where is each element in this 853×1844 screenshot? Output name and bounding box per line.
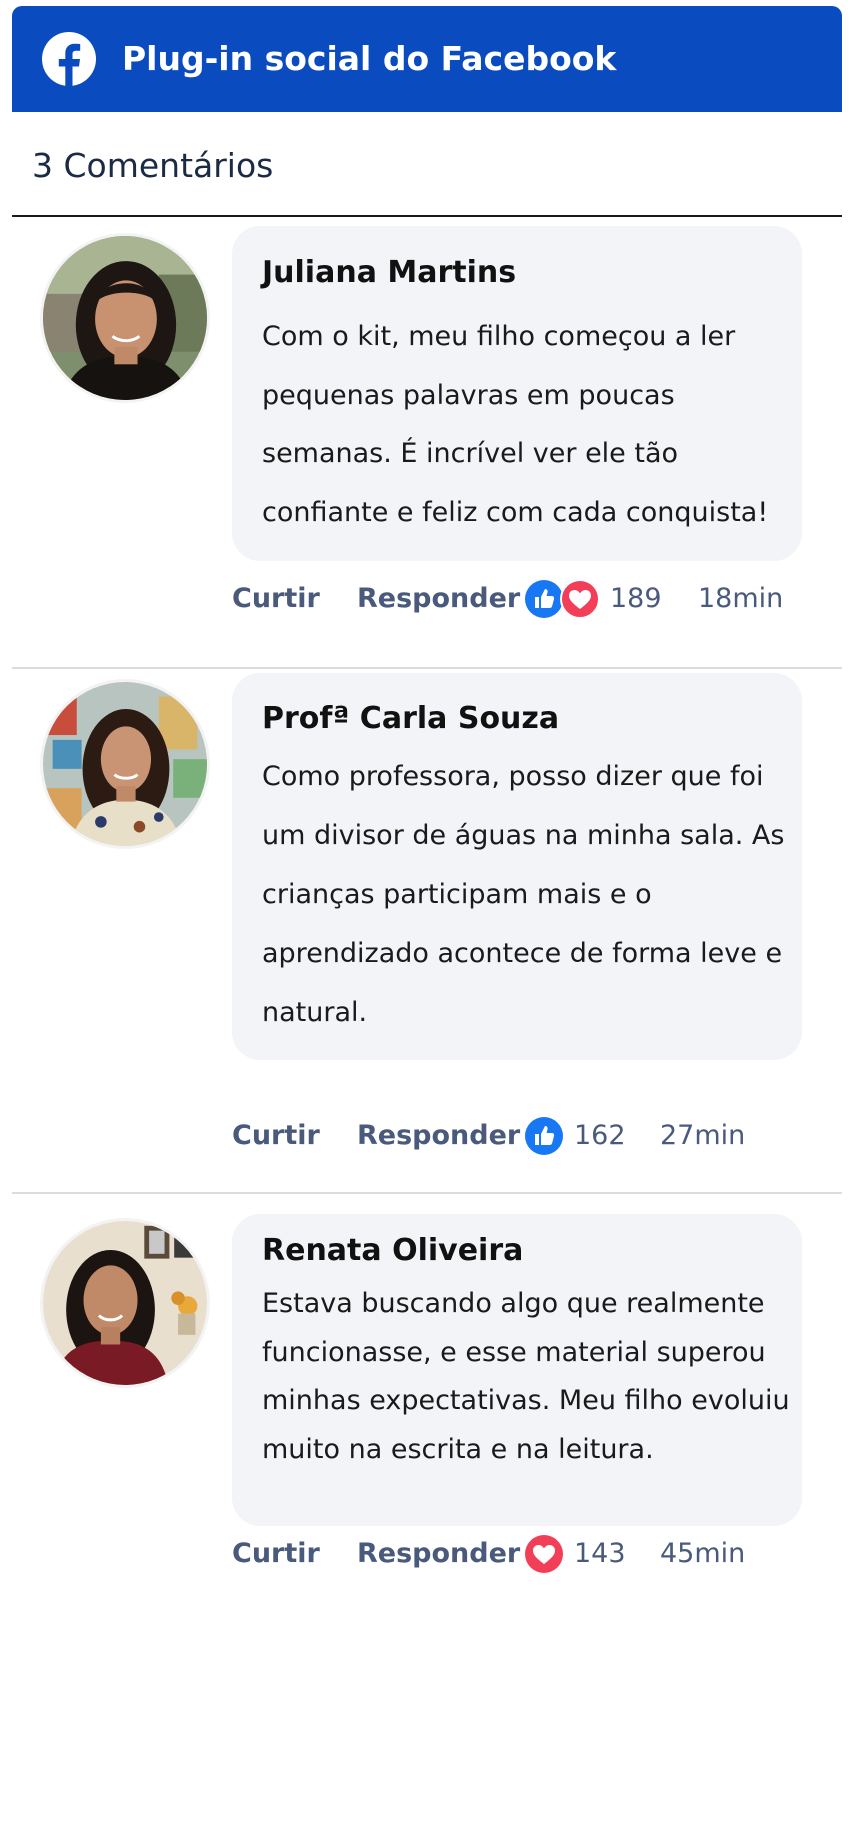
comment-bubble: Renata Oliveira Estava buscando algo que…	[232, 1214, 802, 1526]
facebook-logo-icon[interactable]	[42, 32, 96, 86]
like-reaction-icon[interactable]	[524, 579, 564, 619]
comment-item: Renata Oliveira Estava buscando algo que…	[12, 1196, 842, 1844]
comment-author[interactable]: Juliana Martins	[262, 254, 516, 292]
comment-time[interactable]: 27min	[660, 1114, 745, 1158]
comment-item: Profª Carla Souza Como professora, posso…	[12, 671, 842, 1194]
plugin-title: Plug-in social do Facebook	[122, 39, 617, 78]
comment-actions: Curtir Responder 162 27min	[232, 1114, 832, 1158]
like-reaction-icon[interactable]	[524, 1116, 564, 1156]
comment-text: Com o kit, meu filho começou a ler peque…	[262, 321, 769, 528]
comment-author[interactable]: Profª Carla Souza	[262, 700, 559, 738]
comment-item: Juliana Martins Com o kit, meu filho com…	[12, 218, 842, 669]
reaction-count[interactable]: 162	[574, 1114, 626, 1158]
avatar[interactable]	[40, 679, 210, 849]
comments-count-bar: 3 Comentários	[12, 112, 842, 217]
comment-actions: Curtir Responder 189 18min	[232, 577, 832, 621]
comment-bubble: Juliana Martins Com o kit, meu filho com…	[232, 226, 802, 561]
comment-time[interactable]: 45min	[660, 1532, 745, 1576]
reaction-count[interactable]: 143	[574, 1532, 626, 1576]
like-button[interactable]: Curtir	[232, 1114, 320, 1158]
facebook-comments-plugin: Plug-in social do Facebook 3 Comentários…	[12, 6, 842, 1844]
avatar[interactable]	[40, 233, 210, 403]
plugin-header: Plug-in social do Facebook	[12, 6, 842, 112]
comments-count: 3 Comentários	[32, 146, 274, 185]
love-reaction-icon[interactable]	[524, 1534, 564, 1574]
reaction-count[interactable]: 189	[610, 577, 662, 621]
comment-bubble: Profª Carla Souza Como professora, posso…	[232, 673, 802, 1060]
love-reaction-icon[interactable]	[560, 579, 600, 619]
reply-button[interactable]: Responder	[357, 577, 520, 621]
comment-text: Como professora, posso dizer que foi um …	[262, 761, 785, 1028]
like-button[interactable]: Curtir	[232, 1532, 320, 1576]
avatar[interactable]	[40, 1218, 210, 1388]
reply-button[interactable]: Responder	[357, 1532, 520, 1576]
comment-author[interactable]: Renata Oliveira	[262, 1232, 523, 1270]
comment-time[interactable]: 18min	[698, 577, 783, 621]
reply-button[interactable]: Responder	[357, 1114, 520, 1158]
comment-text: Estava buscando algo que realmente funci…	[262, 1288, 790, 1465]
like-button[interactable]: Curtir	[232, 577, 320, 621]
comment-actions: Curtir Responder 143 45min	[232, 1532, 832, 1576]
